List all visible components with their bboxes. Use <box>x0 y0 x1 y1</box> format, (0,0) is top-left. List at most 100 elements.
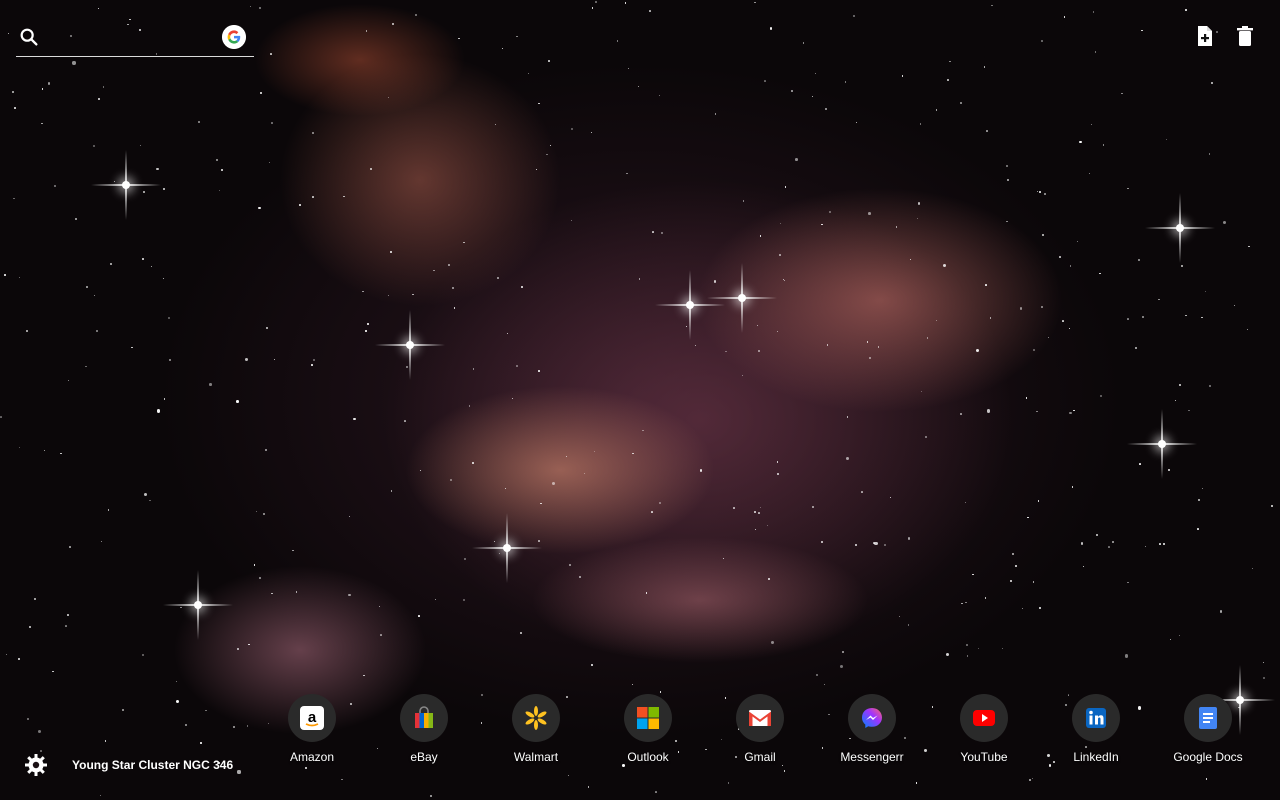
star <box>175 699 179 703</box>
star <box>121 708 124 711</box>
shortcut-ebay[interactable]: eBay <box>368 694 480 764</box>
star <box>1006 220 1008 223</box>
bright-star <box>472 513 542 583</box>
shortcut-amazon[interactable]: a Amazon <box>256 694 368 764</box>
star <box>645 592 647 594</box>
star <box>310 364 313 366</box>
star <box>661 232 663 234</box>
bright-star-core <box>1176 224 1184 232</box>
search-bar[interactable] <box>16 22 254 57</box>
star <box>1027 516 1029 518</box>
bright-star-core <box>406 341 414 349</box>
star <box>369 168 372 171</box>
star <box>1127 581 1129 583</box>
star <box>270 122 273 124</box>
star <box>412 293 414 295</box>
star <box>919 123 921 125</box>
outlook-icon <box>624 694 672 742</box>
star <box>1159 543 1161 545</box>
star <box>776 461 778 463</box>
search-input[interactable] <box>48 26 222 52</box>
top-actions <box>1194 24 1256 48</box>
star <box>463 241 465 244</box>
star <box>1006 178 1009 181</box>
star <box>72 61 76 65</box>
new-note-icon[interactable] <box>1194 24 1216 48</box>
star <box>1107 546 1110 548</box>
star <box>778 254 781 257</box>
star <box>142 258 145 260</box>
shortcut-outlook[interactable]: Outlook <box>592 694 704 764</box>
star <box>587 786 589 788</box>
google-icon[interactable] <box>222 25 246 49</box>
star <box>625 172 628 175</box>
star <box>966 655 968 657</box>
star <box>389 250 392 253</box>
bright-star <box>163 570 233 640</box>
star <box>1080 542 1083 545</box>
star <box>966 644 969 646</box>
star <box>247 643 250 646</box>
star <box>742 200 744 202</box>
star <box>92 144 95 147</box>
star <box>1178 634 1181 636</box>
star <box>52 670 54 672</box>
star <box>1038 191 1041 193</box>
star <box>959 413 962 415</box>
star <box>595 0 598 3</box>
bright-star-core <box>738 294 746 302</box>
star <box>3 274 6 276</box>
shortcut-label: LinkedIn <box>1073 750 1119 764</box>
star <box>365 330 367 332</box>
bright-star <box>375 310 445 380</box>
star <box>1001 647 1004 649</box>
shortcut-label: Walmart <box>513 750 559 764</box>
star <box>198 121 200 123</box>
star <box>771 640 775 644</box>
google-docs-icon <box>1184 694 1232 742</box>
star <box>985 284 987 286</box>
messenger-icon <box>848 694 896 742</box>
shortcut-google-docs[interactable]: Google Docs <box>1152 694 1264 764</box>
star <box>569 564 571 566</box>
star <box>1036 410 1038 413</box>
star <box>419 469 421 471</box>
star <box>516 35 518 37</box>
settings-gear-icon[interactable] <box>24 753 48 777</box>
shortcut-walmart[interactable]: Walmart <box>480 694 592 764</box>
star <box>1197 499 1200 501</box>
star <box>237 647 239 650</box>
shortcut-label: YouTube <box>960 750 1008 764</box>
star <box>468 405 470 407</box>
shortcut-messenger[interactable]: Messengerr <box>816 694 928 764</box>
star <box>1095 533 1098 536</box>
star <box>984 597 987 599</box>
star <box>68 545 71 548</box>
star <box>758 511 760 514</box>
bright-star-core <box>194 601 202 609</box>
shortcut-gmail[interactable]: Gmail <box>704 694 816 764</box>
bright-star-core <box>122 181 130 189</box>
star <box>265 448 268 451</box>
star <box>1032 349 1035 352</box>
star <box>1197 528 1199 530</box>
star <box>380 634 382 636</box>
youtube-icon <box>960 694 1008 742</box>
star <box>874 541 878 546</box>
star <box>779 222 782 224</box>
gmail-icon <box>736 694 784 742</box>
star <box>1041 233 1044 237</box>
star <box>237 770 241 774</box>
trash-icon[interactable] <box>1234 24 1256 48</box>
star <box>246 725 249 727</box>
shortcut-linkedin[interactable]: LinkedIn <box>1040 694 1152 764</box>
bright-star-core <box>503 544 511 552</box>
star <box>1185 314 1187 317</box>
star <box>504 487 506 489</box>
star <box>651 231 654 233</box>
shortcut-youtube[interactable]: YouTube <box>928 694 1040 764</box>
star <box>845 456 850 460</box>
star <box>1185 9 1187 11</box>
star <box>1178 384 1181 387</box>
star <box>1134 346 1137 350</box>
